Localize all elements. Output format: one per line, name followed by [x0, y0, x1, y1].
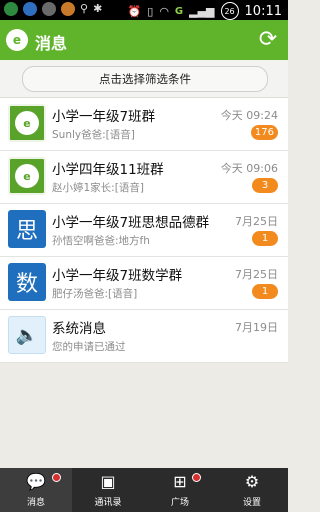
network-type-label: G: [174, 5, 184, 17]
system-icons: ⏰ ▯ ◠ G ▂▄▆ 26 10:11: [128, 2, 282, 20]
chat-bubbles-icon: 💬: [26, 471, 46, 491]
filter-bar: 点击选择筛选条件: [0, 60, 288, 98]
unread-badge: 176: [250, 125, 278, 140]
tab-label: 通讯录: [94, 497, 122, 508]
battery-badge: 26: [220, 2, 239, 20]
conversation-preview: 孙悟空啊爸爸:地方fh: [52, 235, 150, 247]
debug-icon: ✱: [93, 2, 103, 15]
message-list: e 小学一年级7班群 Sunly爸爸:[语音] 今天 09:24 176 e 小…: [0, 98, 288, 363]
conversation-time: 今天 09:06: [220, 162, 278, 175]
signal-icon: ▂▄▆: [189, 4, 215, 18]
title-bar: e 消息 ⟳: [0, 20, 288, 60]
app-notification-icon: [23, 2, 37, 16]
app-notification-icon: [61, 2, 75, 16]
conversation-name: 小学一年级7班数学群: [52, 268, 183, 284]
speaker-icon: 🔈: [8, 316, 46, 354]
new-indicator-dot: [52, 473, 61, 482]
tab-contacts[interactable]: ▣ 通讯录: [72, 468, 144, 512]
conversation-name: 小学一年级7班思想品德群: [52, 215, 210, 231]
app-notification-icon: [4, 2, 18, 16]
message-row[interactable]: 🔈 系统消息 您的申请已通过 7月19日: [0, 310, 288, 363]
subject-avatar: 数: [8, 263, 46, 301]
group-logo-icon: e: [15, 111, 39, 135]
group-avatar: e: [8, 157, 46, 195]
usb-icon: ⚲: [80, 2, 89, 15]
unread-badge: 1: [252, 284, 278, 299]
status-bar: ⚲ ✱ ⏰ ▯ ◠ G ▂▄▆ 26 10:11: [0, 0, 288, 20]
grid-icon: ⊞: [173, 471, 187, 491]
group-logo-icon: e: [15, 164, 39, 188]
bottom-tab-bar: 💬 消息 ▣ 通讯录 ⊞ 广场 ⚙ 设置: [0, 468, 288, 512]
tab-label: 消息: [26, 497, 45, 508]
contacts-icon: ▣: [100, 471, 116, 491]
group-avatar: e: [8, 104, 46, 142]
conversation-preview: Sunly爸爸:[语音]: [52, 129, 135, 141]
alarm-icon: ⏰: [127, 4, 142, 18]
wifi-icon: ◠: [159, 4, 169, 18]
vibrate-icon: ▯: [147, 4, 154, 18]
notification-icons: ⚲ ✱: [4, 2, 102, 16]
conversation-name: 小学四年级11班群: [52, 162, 164, 178]
page-title: 消息: [35, 34, 68, 53]
refresh-icon[interactable]: ⟳: [256, 28, 280, 52]
conversation-time: 7月25日: [235, 268, 278, 281]
conversation-time: 今天 09:24: [220, 109, 278, 122]
tab-label: 设置: [242, 497, 261, 508]
conversation-preview: 赵小婷1家长:[语音]: [52, 182, 144, 194]
tab-settings[interactable]: ⚙ 设置: [216, 468, 288, 512]
conversation-time: 7月25日: [235, 215, 278, 228]
filter-button[interactable]: 点击选择筛选条件: [22, 66, 268, 92]
conversation-preview: 您的申请已通过: [52, 341, 126, 353]
subject-avatar: 思: [8, 210, 46, 248]
app-logo-icon: e: [6, 29, 28, 51]
conversation-preview: 肥仔汤爸爸:[语音]: [52, 288, 138, 300]
unread-badge: 1: [252, 231, 278, 246]
clock: 10:11: [244, 3, 282, 19]
message-row[interactable]: 数 小学一年级7班数学群 肥仔汤爸爸:[语音] 7月25日 1: [0, 257, 288, 310]
message-row[interactable]: 思 小学一年级7班思想品德群 孙悟空啊爸爸:地方fh 7月25日 1: [0, 204, 288, 257]
conversation-name: 系统消息: [52, 321, 106, 337]
tab-plaza[interactable]: ⊞ 广场: [144, 468, 216, 512]
conversation-name: 小学一年级7班群: [52, 109, 156, 125]
app-notification-icon: [42, 2, 56, 16]
message-row[interactable]: e 小学四年级11班群 赵小婷1家长:[语音] 今天 09:06 3: [0, 151, 288, 204]
gear-icon: ⚙: [244, 471, 260, 491]
unread-badge: 3: [252, 178, 278, 193]
tab-messages[interactable]: 💬 消息: [0, 468, 72, 512]
conversation-time: 7月19日: [235, 321, 278, 334]
new-indicator-dot: [192, 473, 201, 482]
message-row[interactable]: e 小学一年级7班群 Sunly爸爸:[语音] 今天 09:24 176: [0, 98, 288, 151]
tab-label: 广场: [170, 497, 189, 508]
